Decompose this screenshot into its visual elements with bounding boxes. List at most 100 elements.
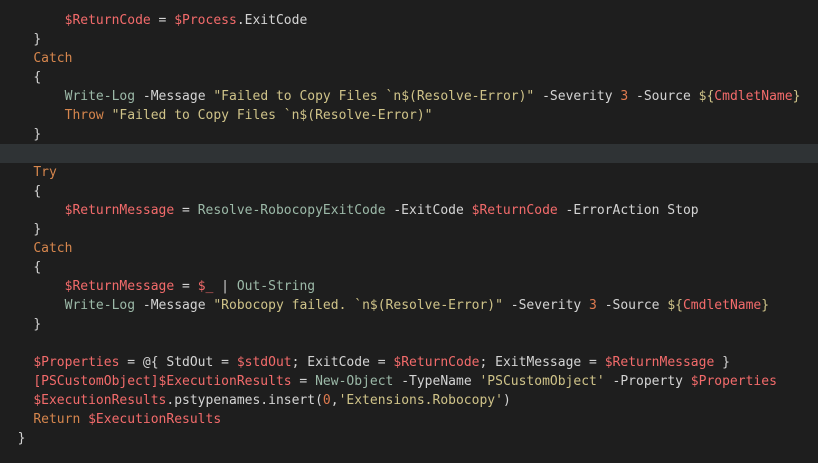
code-token-default: StdOut bbox=[166, 355, 214, 370]
code-token-param: -Severity bbox=[534, 89, 621, 104]
code-line[interactable]: $ReturnCode = $Process.ExitCode bbox=[0, 11, 818, 30]
code-token-var: $ReturnCode bbox=[64, 13, 151, 28]
code-token-var: $ReturnMessage bbox=[64, 203, 175, 218]
code-line[interactable]: Try bbox=[0, 163, 818, 182]
code-token-op: | bbox=[213, 279, 237, 294]
code-line[interactable]: Write-Log -Message "Failed to Copy Files… bbox=[0, 87, 818, 106]
code-token-op: = bbox=[213, 355, 237, 370]
code-line[interactable]: { bbox=[0, 182, 818, 201]
code-token-op: = bbox=[581, 355, 605, 370]
code-token-var: $Process bbox=[174, 13, 237, 28]
code-token-var: $ReturnMessage bbox=[64, 279, 175, 294]
code-token-cmd: Write-Log bbox=[64, 89, 136, 104]
code-token-keyword: Catch bbox=[33, 51, 73, 66]
code-token-string: 'Extensions.Robocopy' bbox=[338, 393, 503, 408]
code-line[interactable]: $Properties = @{ StdOut = $stdOut; ExitC… bbox=[0, 353, 818, 372]
code-token-param: -ExitCode bbox=[385, 203, 472, 218]
code-token-default: , bbox=[330, 393, 339, 408]
code-token-number: 3 bbox=[620, 89, 629, 104]
code-token-cmd: Resolve-RobocopyExitCode bbox=[197, 203, 386, 218]
code-token-param: -Property bbox=[604, 374, 691, 389]
code-token-brace: } bbox=[33, 127, 42, 142]
code-token-var: $_ bbox=[197, 279, 214, 294]
code-token-param: -TypeName bbox=[393, 374, 480, 389]
code-token-param: -Source bbox=[596, 298, 668, 313]
code-token-var: $stdOut bbox=[236, 355, 292, 370]
code-line[interactable]: Return $ExecutionResults bbox=[0, 410, 818, 429]
code-token-type: [PSCustomObject] bbox=[33, 374, 159, 389]
code-token-string: ${ bbox=[667, 298, 683, 313]
code-token-op: = @{ bbox=[119, 355, 167, 370]
code-token-number: 3 bbox=[589, 298, 597, 313]
code-token-op: } bbox=[714, 355, 730, 370]
code-token-keyword: Catch bbox=[33, 241, 73, 256]
code-token-default bbox=[80, 412, 88, 427]
code-token-var: $ReturnMessage bbox=[604, 355, 715, 370]
code-token-op: = bbox=[369, 355, 394, 370]
code-token-string: "Robocopy failed. `n$(Resolve-Error)" bbox=[213, 298, 503, 313]
code-token-default: .ExitCode bbox=[236, 13, 308, 28]
code-token-var: $ExecutionResults bbox=[88, 412, 222, 427]
code-token-keyword: Return bbox=[33, 412, 81, 427]
code-line[interactable]: } bbox=[0, 125, 818, 144]
code-token-param: -Message bbox=[135, 298, 214, 313]
code-token-string: } bbox=[792, 89, 801, 104]
code-token-param: -Severity bbox=[502, 298, 590, 313]
code-token-op: = bbox=[174, 203, 198, 218]
code-token-var: $ExecutionResults bbox=[158, 374, 292, 389]
code-token-var: $Properties bbox=[33, 355, 120, 370]
code-line[interactable]: Throw "Failed to Copy Files `n$(Resolve-… bbox=[0, 106, 818, 125]
code-token-brace: { bbox=[33, 260, 42, 275]
code-token-var: CmdletName bbox=[682, 298, 762, 313]
code-editor[interactable]: $ReturnCode = $Process.ExitCode} Catch { Wr… bbox=[0, 0, 818, 463]
code-token-string: "Failed to Copy Files `n$(Resolve-Error)… bbox=[213, 89, 535, 104]
code-token-param: -Source bbox=[628, 89, 699, 104]
code-line[interactable]: } bbox=[0, 30, 818, 49]
code-token-string: "Failed to Copy Files `n$(Resolve-Error)… bbox=[111, 108, 433, 123]
code-token-default bbox=[104, 108, 112, 123]
code-token-default: ExitCode bbox=[307, 355, 370, 370]
code-token-cmd: Write-Log bbox=[64, 298, 136, 313]
code-line[interactable]: } bbox=[0, 315, 818, 334]
code-token-brace: } bbox=[33, 222, 42, 237]
code-token-string: ${ bbox=[698, 89, 715, 104]
code-token-op: ; bbox=[291, 355, 308, 370]
code-token-var: $ExecutionResults bbox=[33, 393, 167, 408]
code-token-brace: { bbox=[33, 184, 42, 199]
code-token-string: 'PSCustomObject' bbox=[479, 374, 605, 389]
code-token-keyword: Try bbox=[33, 165, 57, 180]
code-token-var: CmdletName bbox=[714, 89, 793, 104]
code-token-keyword: Throw bbox=[64, 108, 104, 123]
code-token-param: -Message bbox=[135, 89, 214, 104]
code-line[interactable]: } bbox=[0, 429, 818, 448]
code-line[interactable]: Catch bbox=[0, 49, 818, 68]
code-token-string: } bbox=[761, 298, 770, 313]
code-token-brace: { bbox=[33, 70, 42, 85]
code-token-default: .pstypenames.insert( bbox=[166, 393, 323, 408]
code-line[interactable]: $ReturnMessage = $_ | Out-String bbox=[0, 277, 818, 296]
code-token-brace: } bbox=[17, 431, 26, 446]
code-token-cmd: Out-String bbox=[236, 279, 316, 294]
code-token-op: = bbox=[174, 279, 198, 294]
code-token-op: = bbox=[150, 13, 175, 28]
code-line[interactable]: $ExecutionResults.pstypenames.insert(0,'… bbox=[0, 391, 818, 410]
code-token-brace: } bbox=[33, 317, 42, 332]
code-line[interactable]: Catch bbox=[0, 239, 818, 258]
code-token-var: $ReturnCode bbox=[471, 203, 558, 218]
code-token-op: = bbox=[291, 374, 316, 389]
code-token-var: $ReturnCode bbox=[393, 355, 480, 370]
code-line[interactable]: } bbox=[0, 220, 818, 239]
code-line[interactable] bbox=[0, 334, 818, 353]
code-line[interactable]: Write-Log -Message "Robocopy failed. `n$… bbox=[0, 296, 818, 315]
code-token-var: $Properties bbox=[690, 374, 777, 389]
code-token-default: ExitMessage bbox=[495, 355, 582, 370]
code-line[interactable]: { bbox=[0, 258, 818, 277]
code-token-cmd: New-Object bbox=[315, 374, 394, 389]
code-token-brace: } bbox=[33, 32, 42, 47]
current-line[interactable] bbox=[0, 144, 818, 163]
code-token-number: 0 bbox=[322, 393, 331, 408]
code-line[interactable]: $ReturnMessage = Resolve-RobocopyExitCod… bbox=[0, 201, 818, 220]
code-line[interactable]: [PSCustomObject]$ExecutionResults = New-… bbox=[0, 372, 818, 391]
code-token-param: -ErrorAction Stop bbox=[557, 203, 699, 218]
code-line[interactable]: { bbox=[0, 68, 818, 87]
